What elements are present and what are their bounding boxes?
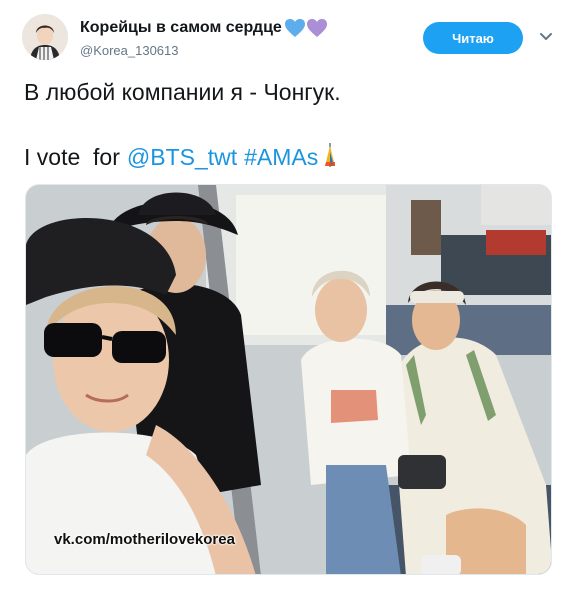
user-avatar-icon: [22, 14, 68, 60]
blue-heart-icon: [284, 19, 305, 37]
hashtag-link[interactable]: #AMAs: [244, 144, 318, 170]
tweet-photo[interactable]: vk.com/motherilovekorea: [25, 184, 552, 575]
photo-watermark: vk.com/motherilovekorea: [54, 531, 235, 548]
name-badges: [284, 18, 328, 38]
mention-link[interactable]: @BTS_twt: [127, 144, 237, 170]
photo-image: [26, 185, 551, 574]
avatar[interactable]: [22, 14, 68, 60]
ama-flag-icon: [325, 143, 336, 167]
chevron-down-icon[interactable]: [538, 31, 554, 43]
author-name-text: Корейцы в самом сердце: [80, 19, 282, 36]
tweet-card: Корейцы в самом сердце @Korea_130613 Чит…: [0, 0, 582, 604]
tweet-text-line1: В любой компании я - Чонгук.: [24, 79, 341, 105]
purple-heart-icon: [306, 19, 327, 37]
author-display-name[interactable]: Корейцы в самом сердце: [80, 18, 328, 38]
tweet-text-line2: I vote for @BTS_twt #AMAs: [24, 142, 338, 171]
tweet-text-prefix: I vote for: [24, 144, 120, 170]
follow-button[interactable]: Читаю: [423, 22, 523, 54]
author-handle[interactable]: @Korea_130613: [80, 43, 328, 58]
author-info: Корейцы в самом сердце @Korea_130613: [80, 18, 328, 58]
